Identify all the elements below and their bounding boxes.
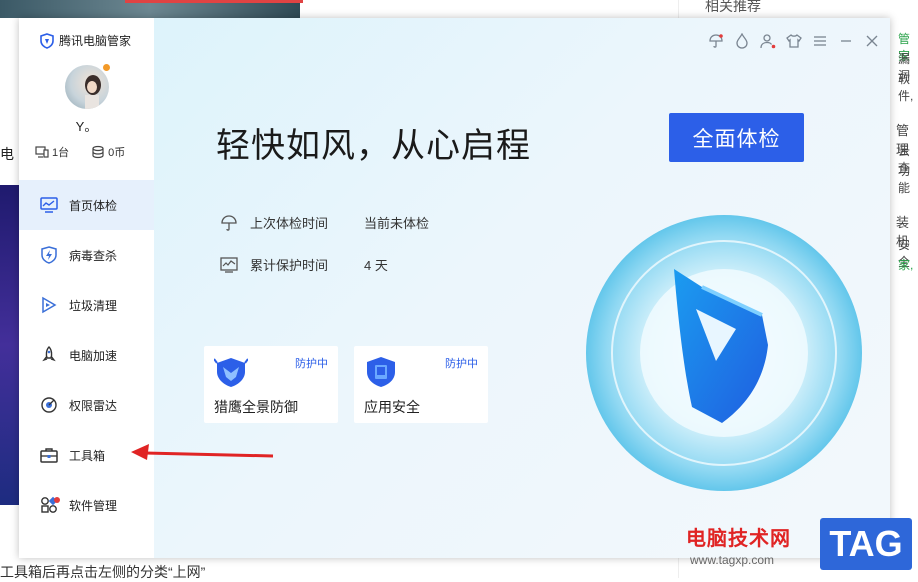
sidebar-item-label: 垃圾清理 bbox=[69, 298, 118, 313]
protection-status: 防护中 bbox=[445, 358, 478, 370]
last-check-row: 上次体检时间 当前未体检 bbox=[220, 213, 429, 232]
app-window: 腾讯电脑管家 Y。 1台 0币 首页体检 病毒查杀 垃圾清理 电脑加速 权限雷达… bbox=[19, 18, 890, 558]
sidebar-item-virus-scan[interactable]: 病毒查杀 bbox=[19, 230, 154, 280]
rocket-icon bbox=[39, 345, 59, 365]
main-panel: 轻快如风，从心启程 全面体检 上次体检时间 当前未体检 累计保护时间 4 天 防… bbox=[154, 18, 890, 558]
background-right-title: 相关推荐 bbox=[705, 0, 761, 14]
device-icon bbox=[35, 146, 49, 158]
radar-icon bbox=[39, 395, 59, 415]
protection-card-falcon[interactable]: 防护中 猎鹰全景防御 bbox=[204, 346, 338, 423]
watermark-tag: TAG bbox=[820, 518, 912, 570]
page-slogan: 轻快如风，从心启程 bbox=[216, 127, 531, 165]
umbrella-icon bbox=[221, 214, 237, 231]
background-bottom-text: 工具箱后再点击左侧的分类“上网” bbox=[0, 564, 206, 580]
user-stats: 1台 0币 bbox=[35, 144, 125, 160]
background-right-fragment: 功能 bbox=[898, 164, 911, 195]
last-check-value: 当前未体检 bbox=[364, 216, 430, 231]
protection-card-title: 猎鹰全景防御 bbox=[214, 399, 298, 415]
background-right-fragment: 家, bbox=[898, 258, 914, 272]
background-left-image bbox=[0, 185, 19, 505]
broom-icon bbox=[39, 295, 59, 315]
sidebar-item-software-manager[interactable]: 软件管理 bbox=[19, 480, 154, 530]
user-alert-icon[interactable] bbox=[759, 32, 776, 49]
protection-status: 防护中 bbox=[295, 358, 328, 370]
eagle-shield-icon bbox=[214, 358, 248, 387]
brand-name: 腾讯电脑管家 bbox=[59, 34, 132, 48]
chart-monitor-icon bbox=[220, 256, 238, 273]
sidebar-item-permission-radar[interactable]: 权限雷达 bbox=[19, 380, 154, 430]
full-scan-button[interactable]: 全面体检 bbox=[669, 113, 804, 162]
username[interactable]: Y。 bbox=[19, 116, 154, 135]
device-count-label: 1台 bbox=[52, 147, 70, 159]
avatar[interactable] bbox=[65, 65, 109, 109]
monitor-icon bbox=[39, 195, 59, 215]
sidebar-item-label: 权限雷达 bbox=[69, 398, 118, 413]
protection-card-app-security[interactable]: 防护中 应用安全 bbox=[354, 346, 488, 423]
sidebar-item-label: 病毒查杀 bbox=[69, 248, 118, 263]
device-count[interactable]: 1台 bbox=[35, 144, 69, 160]
brand-shield-icon bbox=[40, 32, 54, 49]
sidebar-nav: 首页体检 病毒查杀 垃圾清理 电脑加速 权限雷达 工具箱 软件管理 bbox=[19, 180, 154, 530]
lightning-shield-icon bbox=[39, 245, 59, 265]
hero-shield-graphic bbox=[584, 211, 864, 496]
sidebar-item-home-check[interactable]: 首页体检 bbox=[19, 180, 154, 230]
protect-time-value: 4 天 bbox=[364, 258, 388, 273]
sidebar-item-label: 电脑加速 bbox=[69, 348, 118, 363]
minimize-icon[interactable] bbox=[837, 32, 854, 49]
brand: 腾讯电脑管家 bbox=[39, 32, 131, 49]
sidebar-item-speedup[interactable]: 电脑加速 bbox=[19, 330, 154, 380]
protection-card-title: 应用安全 bbox=[364, 399, 420, 415]
avatar-image bbox=[85, 75, 101, 109]
close-icon[interactable] bbox=[863, 32, 880, 49]
background-left-text: 电 bbox=[0, 146, 14, 162]
sidebar-item-junk-clean[interactable]: 垃圾清理 bbox=[19, 280, 154, 330]
skin-icon[interactable] bbox=[785, 32, 802, 49]
sidebar-item-label: 工具箱 bbox=[69, 448, 106, 463]
update-badge-dot bbox=[54, 497, 60, 503]
watermark-site: 电脑技术网 bbox=[686, 528, 791, 550]
umbrella-icon[interactable] bbox=[707, 32, 724, 49]
last-check-label: 上次体检时间 bbox=[250, 216, 329, 231]
annotation-arrow bbox=[131, 444, 274, 460]
toolbox-icon bbox=[39, 445, 59, 465]
coin-icon bbox=[92, 145, 104, 159]
sidebar: 腾讯电脑管家 Y。 1台 0币 首页体检 病毒查杀 垃圾清理 电脑加速 权限雷达… bbox=[19, 18, 154, 558]
menu-icon[interactable] bbox=[811, 32, 828, 49]
background-highlight-line bbox=[125, 0, 303, 3]
tencent-shield-icon bbox=[586, 215, 862, 491]
sidebar-item-label: 软件管理 bbox=[69, 498, 118, 513]
coin-count-label: 0币 bbox=[108, 147, 126, 159]
background-right-fragment: 软件, bbox=[898, 72, 914, 103]
notification-dot bbox=[103, 64, 110, 71]
window-toolbar bbox=[707, 32, 880, 49]
watermark-url: www.tagxp.com bbox=[690, 553, 775, 567]
coin-count[interactable]: 0币 bbox=[91, 144, 125, 160]
sidebar-item-label: 首页体检 bbox=[69, 198, 118, 213]
protect-time-row: 累计保护时间 4 天 bbox=[220, 255, 388, 274]
drop-icon[interactable] bbox=[733, 32, 750, 49]
app-shield-icon bbox=[367, 357, 395, 387]
protect-time-label: 累计保护时间 bbox=[250, 258, 329, 273]
